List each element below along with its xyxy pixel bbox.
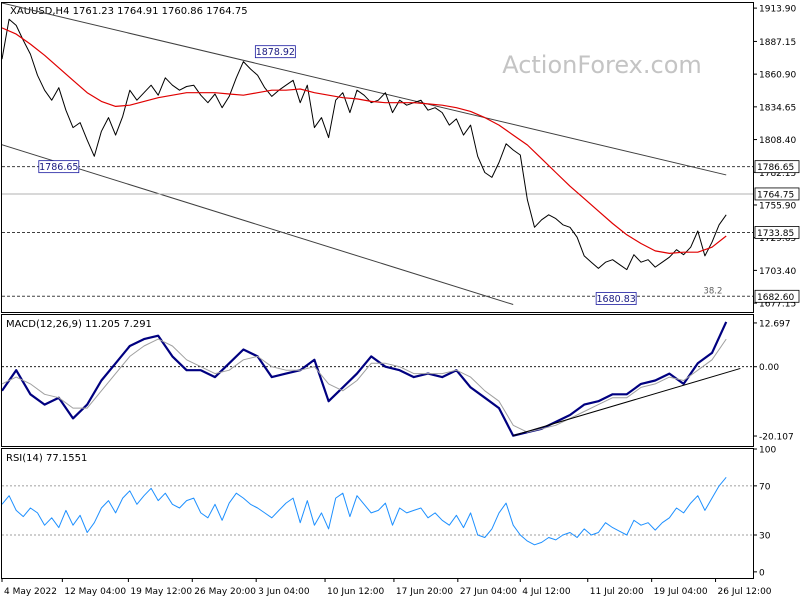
- price-ytick-label: 1755.90: [759, 201, 796, 211]
- watermark: ActionForex.com: [502, 51, 702, 79]
- rsi-ytick-label: 0: [759, 568, 765, 578]
- x-tick-label: 26 May 20:00: [194, 587, 256, 597]
- x-tick-label: 17 Jun 20:00: [396, 587, 453, 597]
- rsi-ytick-label: 30: [759, 532, 771, 542]
- price-ytick-label: 1887.15: [759, 38, 796, 48]
- x-tick-label: 19 May 12:00: [130, 587, 192, 597]
- x-tick-label: 27 Jun 04:00: [460, 587, 517, 597]
- macd-header: MACD(12,26,9) 11.205 7.291: [6, 319, 152, 330]
- price-annotation-label: 1680.83: [597, 294, 636, 305]
- price-header: XAUUSD,H4 1761.23 1764.91 1760.86 1764.7…: [10, 6, 248, 17]
- chart-root: ActionForex.com XAUUSD,H4 1761.23 1764.9…: [0, 0, 800, 600]
- macd-ytick-label: 12.697: [759, 319, 791, 329]
- x-tick-label: 3 Jun 04:00: [258, 587, 310, 597]
- macd-ytick-label: 0.00: [759, 363, 779, 373]
- x-tick-label: 19 Jul 04:00: [654, 587, 708, 597]
- price-hline-1-label: 1764.75: [757, 190, 794, 200]
- rsi-ytick-label: 100: [759, 446, 776, 456]
- x-tick-label: 11 Jul 20:00: [590, 587, 644, 597]
- x-tick-label: 26 Jul 12:00: [718, 587, 772, 597]
- price-hline-3-label: 1682.60: [757, 293, 794, 303]
- price-ytick-label: 1860.90: [759, 71, 796, 81]
- price-hline-2-label: 1733.85: [757, 229, 794, 239]
- price-ytick-label: 1834.65: [759, 103, 796, 113]
- price-ytick-label: 1703.40: [759, 267, 796, 277]
- price-hline-0-label: 1786.65: [757, 163, 794, 173]
- chart-svg: ActionForex.com XAUUSD,H4 1761.23 1764.9…: [0, 0, 800, 600]
- price-annotation-label: 38.2: [703, 286, 722, 296]
- price-ytick-label: 1913.90: [759, 5, 796, 15]
- rsi-ytick-label: 70: [759, 482, 771, 492]
- price-ytick-label: 1808.40: [759, 136, 796, 146]
- price-annotation-label: 1786.65: [39, 162, 78, 173]
- price-annotation-label: 1878.92: [256, 47, 295, 58]
- x-tick-label: 10 Jun 12:00: [327, 587, 384, 597]
- x-tick-label: 4 May 2022: [4, 587, 57, 597]
- x-tick-label: 4 Jul 12:00: [522, 587, 571, 597]
- rsi-header: RSI(14) 77.1551: [6, 453, 87, 464]
- x-tick-label: 12 May 04:00: [64, 587, 126, 597]
- macd-ytick-label: -20.107: [759, 433, 794, 443]
